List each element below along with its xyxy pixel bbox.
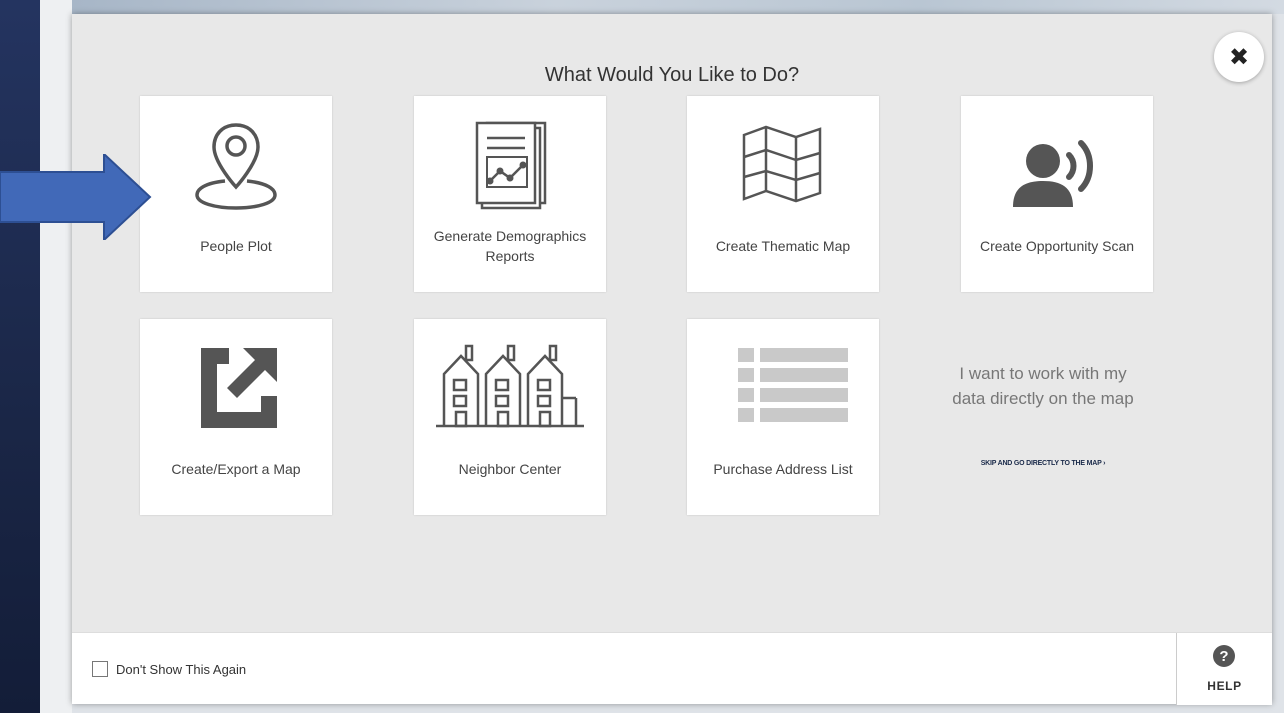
background-toolbar — [40, 0, 104, 713]
card-label: Create Thematic Map — [715, 237, 851, 254]
help-icon: ? — [1213, 645, 1235, 667]
purchase-address-list-card[interactable]: Purchase Address List — [687, 319, 879, 515]
create-opportunity-scan-card[interactable]: Create Opportunity Scan — [961, 96, 1153, 292]
card-label: Generate Demographics Reports — [433, 227, 587, 264]
person-broadcast-icon — [961, 110, 1153, 220]
dialog-footer: Don't Show This Again ? HELP — [72, 632, 1272, 705]
card-label: Create Opportunity Scan — [979, 237, 1135, 254]
card-label: Purchase Address List — [713, 460, 853, 477]
export-icon — [140, 333, 332, 443]
dialog-title: What Would You Like to Do? — [544, 64, 800, 86]
dont-show-again-checkbox[interactable] — [92, 661, 108, 677]
close-icon: ✖ — [1228, 43, 1250, 71]
direct-map-note: I want to work with my data directly on … — [952, 364, 1134, 408]
folded-map-icon — [687, 110, 879, 220]
map-pin-icon — [140, 110, 332, 220]
report-chart-icon — [414, 110, 606, 220]
help-button[interactable]: ? HELP — [1176, 633, 1272, 705]
neighbor-center-card[interactable]: Neighbor Center — [414, 319, 606, 515]
card-label: Neighbor Center — [458, 460, 562, 477]
create-export-map-card[interactable]: Create/Export a Map — [140, 319, 332, 515]
card-label: People Plot — [200, 237, 272, 254]
card-label: Create/Export a Map — [171, 460, 301, 477]
list-icon — [687, 333, 879, 443]
skip-to-map-link[interactable]: SKIP AND GO DIRECTLY TO THE MAP › — [948, 460, 1138, 467]
what-to-do-dialog: What Would You Like to Do? ✖ People Plot — [72, 14, 1272, 705]
help-label: HELP — [1207, 679, 1242, 693]
create-thematic-map-card[interactable]: Create Thematic Map — [687, 96, 879, 292]
townhouses-icon — [414, 333, 606, 443]
generate-demographics-reports-card[interactable]: Generate Demographics Reports — [414, 96, 606, 292]
close-button[interactable]: ✖ — [1214, 32, 1264, 82]
dont-show-again-label: Don't Show This Again — [116, 661, 247, 677]
annotation-arrow-icon — [0, 154, 152, 240]
people-plot-card[interactable]: People Plot — [140, 96, 332, 292]
background-map-strip — [72, 0, 1284, 14]
dont-show-again-option[interactable]: Don't Show This Again — [92, 661, 246, 677]
